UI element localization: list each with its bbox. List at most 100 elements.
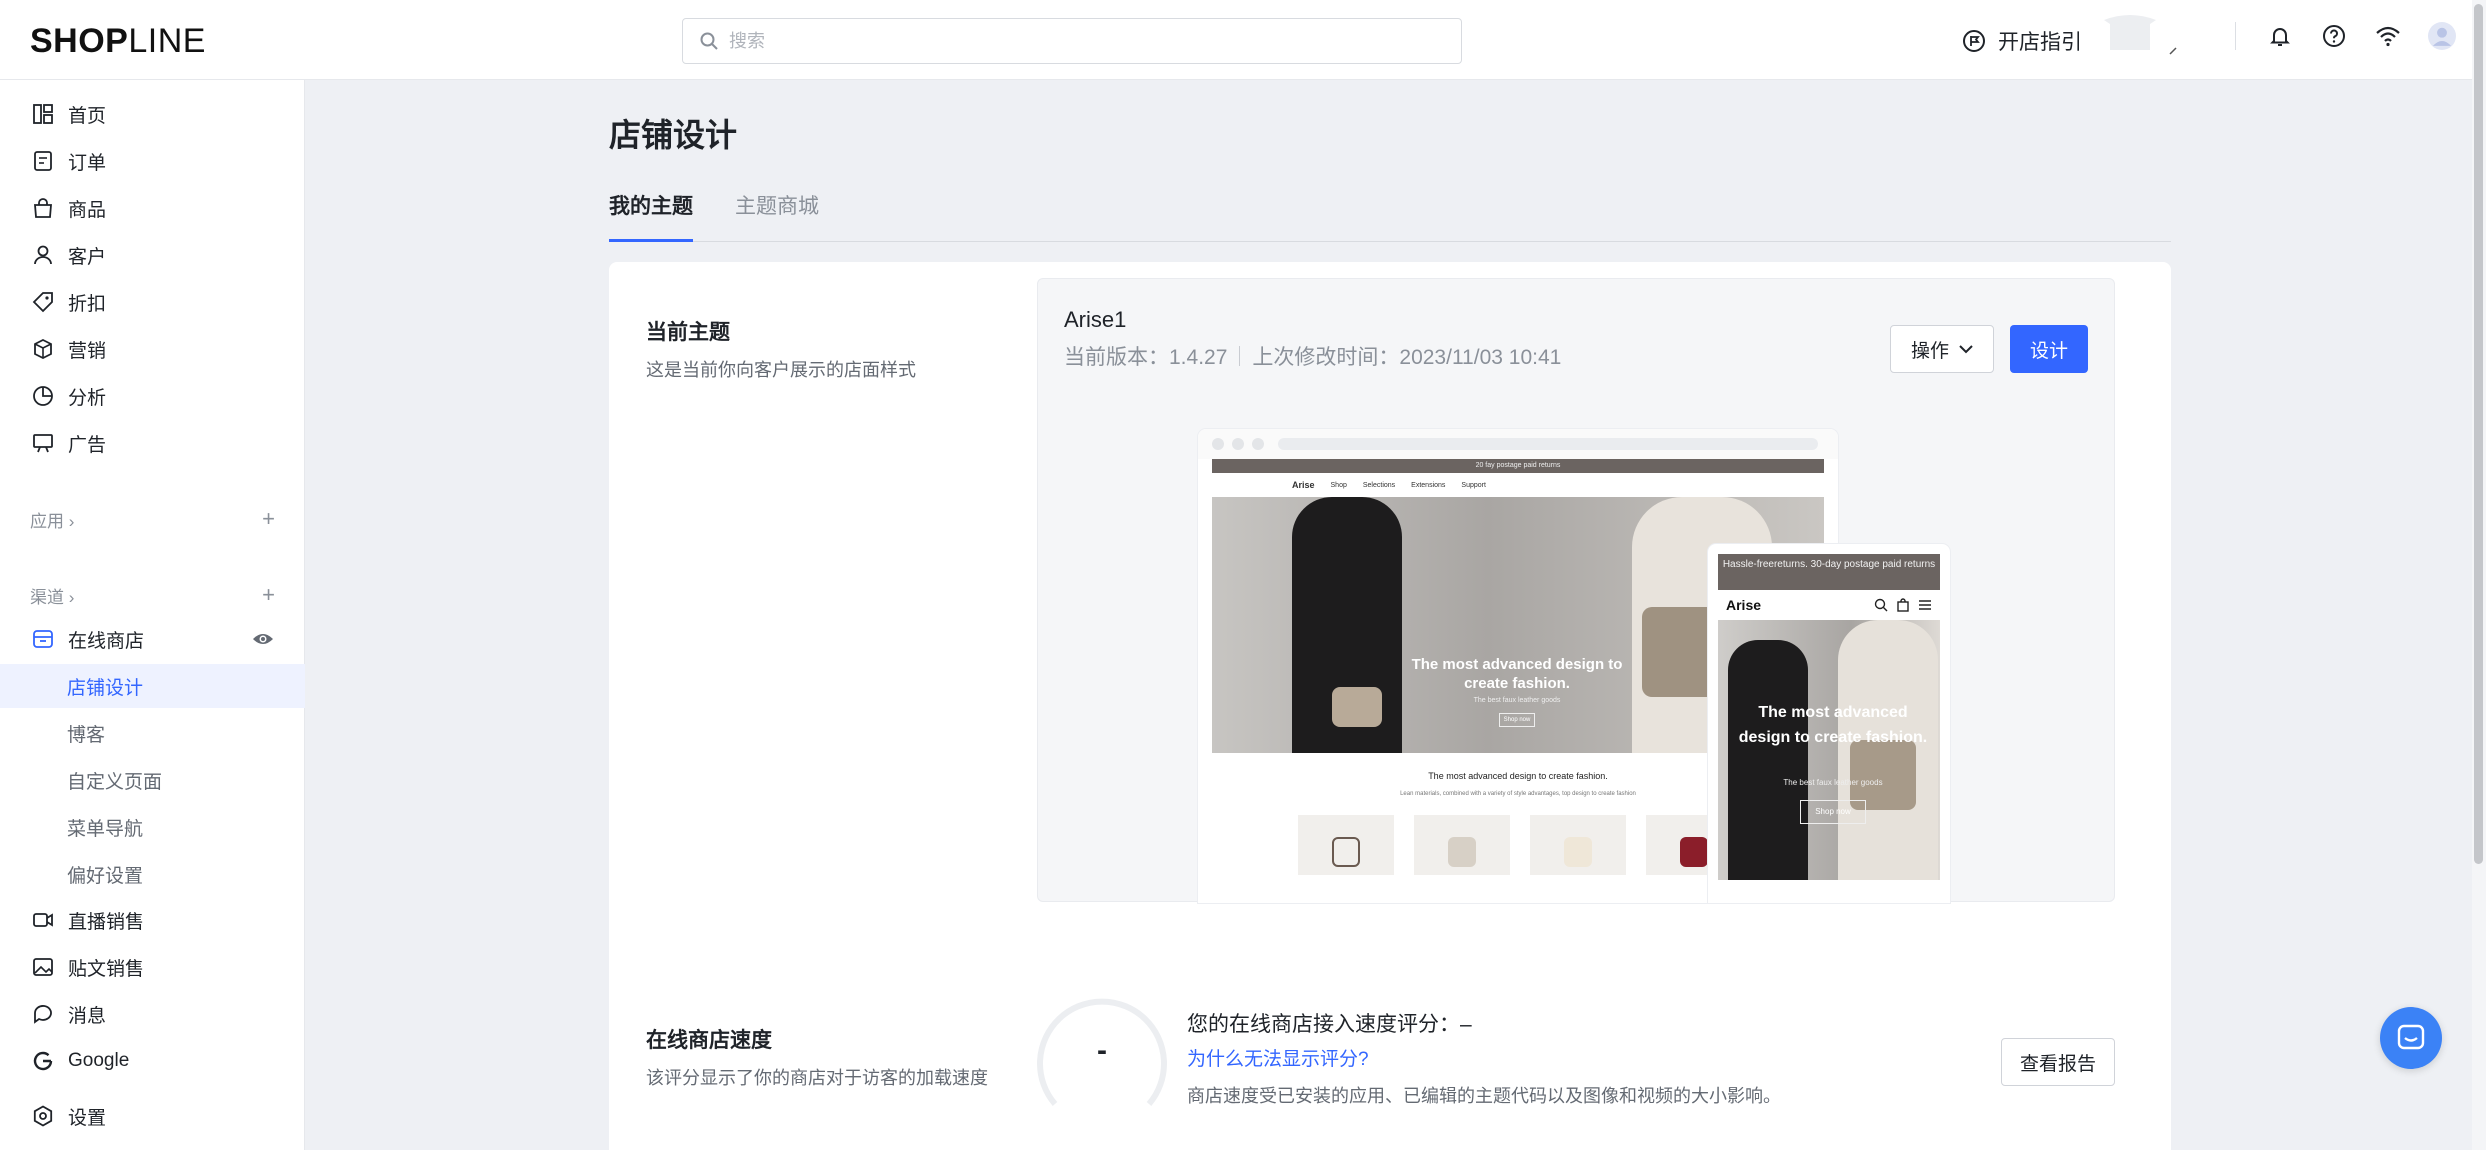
current-theme-panel: Arise1 当前版本：1.4.27 上次修改时间：2023/11/03 10:… xyxy=(1037,278,2115,903)
window-dot xyxy=(1252,438,1264,450)
search-icon xyxy=(700,32,718,50)
tab-theme-store[interactable]: 主题商城 xyxy=(735,190,819,242)
sidebar-item-analytics[interactable]: 分析 xyxy=(0,374,305,418)
store-speed-title: 在线商店速度 xyxy=(646,1029,772,1052)
apps-section-label: 应用 › xyxy=(30,511,75,531)
chat-support-button[interactable] xyxy=(2380,1007,2442,1069)
mobile-nav-icons xyxy=(1874,598,1932,612)
add-app-icon[interactable]: + xyxy=(262,506,275,532)
bell-icon[interactable] xyxy=(2266,22,2294,50)
theme-version: 当前版本：1.4.27 xyxy=(1064,346,1228,369)
sidebar-item-online-store[interactable]: 在线商店 xyxy=(0,617,305,661)
store-switcher[interactable] xyxy=(2100,8,2180,68)
page-scrollbar-thumb[interactable] xyxy=(2474,4,2483,864)
sidebar-subitem-menu-navigation[interactable]: 菜单导航 xyxy=(0,805,305,849)
why-no-score-link[interactable]: 为什么无法显示评分? xyxy=(1187,1044,1369,1071)
theme-modified-time: 上次修改时间：2023/11/03 10:41 xyxy=(1252,346,1562,369)
image-icon xyxy=(33,958,53,976)
sidebar-subitem-custom-pages[interactable]: 自定义页面 xyxy=(0,758,305,802)
channels-section-label: 渠道 › xyxy=(30,587,75,607)
view-report-button[interactable]: 查看报告 xyxy=(2001,1038,2115,1086)
video-icon xyxy=(33,913,53,927)
sidebar-item-orders[interactable]: 订单 xyxy=(0,139,305,183)
sidebar-item-live-selling[interactable]: 直播销售 xyxy=(0,898,305,942)
sidebar-item-google[interactable]: Google xyxy=(0,1039,305,1083)
preview-nav-item: Support xyxy=(1461,481,1486,489)
theme-tabs: 我的主题 主题商城 xyxy=(609,180,2171,242)
sidebar-item-products[interactable]: 商品 xyxy=(0,186,305,230)
meta-separator xyxy=(1239,346,1241,366)
preview-brand: Arise xyxy=(1292,480,1315,490)
store-guide-button[interactable]: 开店指引 xyxy=(1962,24,2082,58)
search-box[interactable] xyxy=(682,18,1462,64)
top-bar: SHOPLINE 开店指引 xyxy=(0,0,2486,80)
design-button[interactable]: 设计 xyxy=(2010,325,2088,373)
browser-bar xyxy=(1198,429,1838,459)
operations-dropdown-button[interactable]: 操作 xyxy=(1890,325,1994,373)
mobile-nav: Arise xyxy=(1718,590,1940,620)
avatar-icon[interactable] xyxy=(2428,22,2456,50)
model-figure xyxy=(1728,640,1808,880)
divider xyxy=(2235,22,2236,50)
sidebar-item-settings[interactable]: 设置 xyxy=(0,1094,305,1138)
sidebar-item-marketing[interactable]: 营销 xyxy=(0,327,305,371)
current-theme-desc: 这是当前你向客户展示的店面样式 xyxy=(646,360,916,380)
tab-my-themes[interactable]: 我的主题 xyxy=(609,190,693,242)
speed-note: 商店速度受已安装的应用、已编辑的主题代码以及图像和视频的大小影响。 xyxy=(1187,1086,1781,1106)
sidebar-item-messages[interactable]: 消息 xyxy=(0,992,305,1036)
preview-product xyxy=(1414,815,1510,875)
shopline-logo[interactable]: SHOPLINE xyxy=(30,22,206,61)
home-icon xyxy=(33,104,53,124)
menu-icon xyxy=(1919,600,1931,610)
page-title: 店铺设计 xyxy=(609,117,738,153)
sidebar-subitem-blog[interactable]: 博客 xyxy=(0,711,305,755)
message-icon xyxy=(34,1005,52,1024)
apps-section-header[interactable]: 应用 › + xyxy=(30,504,275,534)
pie-icon xyxy=(33,386,53,406)
store-icon xyxy=(33,630,53,648)
mobile-shop-now-button: Shop now xyxy=(1800,800,1866,824)
sidebar-item-post-selling[interactable]: 贴文销售 xyxy=(0,945,305,989)
preview-nav-item: Selections xyxy=(1362,481,1396,489)
mobile-brand: Arise xyxy=(1726,597,1762,613)
preview-shop-nav: Arise Shop Selections Extensions Support xyxy=(1212,473,1824,497)
store-speed-desc: 该评分显示了你的商店对于访客的加载速度 xyxy=(646,1068,988,1088)
wifi-icon[interactable] xyxy=(2374,22,2402,50)
mobile-theme-preview[interactable]: Hassle-freereturns. 30-day postage paid … xyxy=(1708,544,1950,903)
window-dot xyxy=(1212,438,1224,450)
preview-nav-item: Extensions xyxy=(1411,481,1446,489)
gear-icon xyxy=(33,1105,53,1127)
theme-name: Arise1 xyxy=(1064,307,1127,332)
sidebar-subitem-store-design[interactable]: 店铺设计 xyxy=(0,664,305,708)
mobile-hero-title: The most advanced design to create fashi… xyxy=(1738,704,1928,746)
url-bar xyxy=(1278,438,1818,450)
help-icon[interactable] xyxy=(2320,22,2348,50)
chat-icon xyxy=(2397,1024,2425,1050)
theme-card: 当前主题 这是当前你向客户展示的店面样式 Arise1 当前版本：1.4.27 … xyxy=(609,262,2171,1150)
mobile-promo-strip: Hassle-freereturns. 30-day postage paid … xyxy=(1718,554,1940,590)
add-channel-icon[interactable]: + xyxy=(262,582,275,608)
handbag xyxy=(1332,687,1382,727)
sidebar-subitem-preferences[interactable]: 偏好设置 xyxy=(0,852,305,896)
sidebar-item-home[interactable]: 首页 xyxy=(0,92,305,136)
top-icon-group xyxy=(2235,22,2456,50)
user-icon xyxy=(34,245,52,265)
cube-icon xyxy=(34,338,52,360)
sidebar-item-discounts[interactable]: 折扣 xyxy=(0,280,305,324)
search-input[interactable] xyxy=(729,30,1429,52)
preview-hero-subtitle: The best faux leather goods xyxy=(1473,697,1561,704)
preview-hero-title: The most advanced design to create fashi… xyxy=(1411,656,1623,692)
store-thumbnail-icon xyxy=(2104,15,2177,55)
preview-shop-now-button: Shop now xyxy=(1499,713,1535,727)
speed-score-title: 您的在线商店接入速度评分：– xyxy=(1187,1013,1472,1036)
store-guide-label: 开店指引 xyxy=(1998,31,2082,54)
preview-product xyxy=(1530,815,1626,875)
sidebar-item-ads[interactable]: 广告 xyxy=(0,421,305,465)
ad-icon xyxy=(33,434,53,453)
theme-meta: 当前版本：1.4.27 上次修改时间：2023/11/03 10:41 xyxy=(1064,341,1561,371)
eye-icon[interactable] xyxy=(252,630,274,648)
window-dot xyxy=(1232,438,1244,450)
channels-section-header[interactable]: 渠道 › + xyxy=(30,580,275,610)
sidebar-item-customers[interactable]: 客户 xyxy=(0,233,305,277)
bag-icon xyxy=(34,198,52,218)
